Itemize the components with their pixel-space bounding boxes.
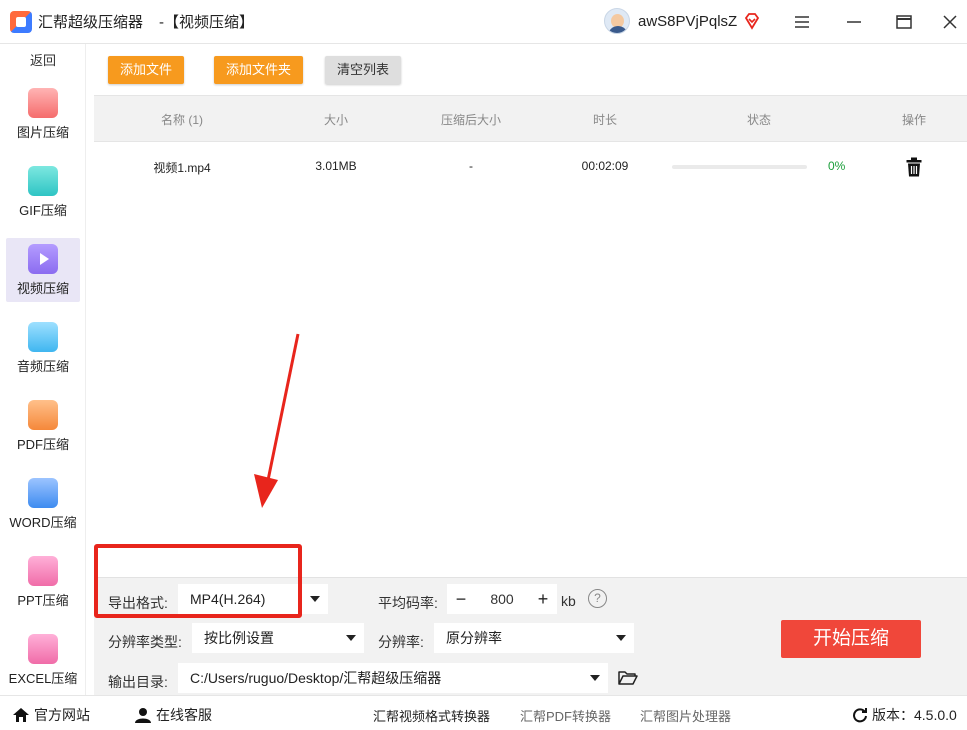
bitrate-value[interactable]: 800 [475, 591, 529, 607]
resolution-value: 原分辨率 [446, 630, 502, 646]
online-support-label: 在线客服 [156, 707, 212, 723]
folder-icon[interactable] [618, 670, 638, 686]
support-icon [135, 708, 151, 723]
sidebar-item-label: PPT压缩 [17, 593, 69, 608]
official-site-label: 官方网站 [34, 707, 90, 723]
bitrate-unit: kb [561, 593, 576, 609]
sidebar-item-image[interactable]: 图片压缩 [6, 82, 80, 146]
output-dir-value: C:/Users/ruguo/Desktop/汇帮超级压缩器 [190, 670, 442, 686]
sidebar-item-word[interactable]: WORD压缩 [6, 472, 80, 536]
maximize-icon[interactable] [892, 10, 916, 34]
resolution-type-select[interactable]: 按比例设置 [192, 623, 364, 653]
sidebar-item-video[interactable]: 视频压缩 [6, 238, 80, 302]
menu-icon[interactable] [790, 10, 814, 34]
add-file-button[interactable]: 添加文件 [108, 56, 185, 84]
official-site-link[interactable]: 官方网站 [12, 705, 90, 725]
footer-link-video-converter[interactable]: 汇帮视频格式转换器 [373, 706, 490, 725]
sidebar-item-ppt[interactable]: PPT压缩 [6, 550, 80, 614]
refresh-icon [853, 708, 867, 723]
audio-icon [28, 322, 58, 352]
resolution-label: 分辨率: [378, 634, 424, 650]
minimize-icon[interactable] [842, 10, 866, 34]
chevron-down-icon [590, 675, 600, 681]
sidebar-item-label: 视频压缩 [16, 281, 69, 296]
highlight-box [94, 544, 302, 618]
excel-icon [28, 634, 58, 664]
home-icon [13, 708, 29, 722]
footer: 官方网站 在线客服 汇帮视频格式转换器 汇帮PDF转换器 汇帮图片处理器 版本：… [0, 695, 967, 730]
output-dir-label: 输出目录: [108, 674, 168, 690]
sidebar-item-label: GIF压缩 [19, 203, 67, 218]
pdf-icon [28, 400, 58, 430]
increase-button[interactable]: + [529, 589, 557, 610]
help-icon[interactable]: ? [588, 589, 607, 608]
table-row[interactable]: 视频1.mp4 3.01MB - 00:02:09 0% [94, 142, 967, 192]
sidebar-item-gif[interactable]: GIF压缩 [6, 160, 80, 224]
table-header: 名称 (1) 大小 压缩后大小 时长 状态 操作 [94, 96, 967, 142]
compressed-size: - [469, 159, 473, 173]
ppt-icon [28, 556, 58, 586]
video-icon [28, 244, 58, 274]
progress-percent: 0% [828, 159, 846, 173]
back-button[interactable]: 返回 [0, 50, 86, 69]
vip-diamond-icon[interactable] [743, 12, 761, 30]
delete-icon[interactable] [906, 157, 922, 177]
word-icon [28, 478, 58, 508]
sidebar-item-excel[interactable]: EXCEL压缩 [6, 628, 80, 692]
app-name: 汇帮超级压缩器 [38, 14, 144, 31]
version-info[interactable]: 版本：4.5.0.0 [852, 705, 957, 725]
gif-icon [28, 166, 58, 196]
avatar[interactable] [604, 8, 630, 34]
footer-link-image-processor[interactable]: 汇帮图片处理器 [640, 706, 731, 725]
col-compressed-header: 压缩后大小 [440, 113, 501, 127]
online-support-link[interactable]: 在线客服 [134, 705, 212, 725]
bitrate-stepper[interactable]: − 800 + [447, 584, 557, 614]
resolution-type-value: 按比例设置 [204, 630, 274, 646]
toolbar: 添加文件 添加文件夹 清空列表 [94, 44, 967, 96]
col-duration-header: 时长 [592, 113, 617, 127]
user-area[interactable]: awS8PVjPqlsZ [604, 8, 761, 34]
footer-link-pdf-converter[interactable]: 汇帮PDF转换器 [520, 706, 611, 725]
sidebar-item-label: EXCEL压缩 [8, 671, 78, 686]
progress-bar [672, 165, 807, 169]
annotation-arrow [254, 333, 300, 508]
chevron-down-icon [616, 635, 626, 641]
close-icon[interactable] [938, 10, 962, 34]
output-dir-select[interactable]: C:/Users/ruguo/Desktop/汇帮超级压缩器 [178, 663, 608, 693]
sidebar-item-pdf[interactable]: PDF压缩 [6, 394, 80, 458]
file-duration: 00:02:09 [581, 159, 629, 173]
sidebar-item-label: WORD压缩 [9, 515, 77, 530]
version-label: 版本：4.5.0.0 [872, 707, 957, 723]
col-status-header: 状态 [746, 113, 771, 127]
sidebar-item-label: 音频压缩 [16, 359, 69, 374]
file-size: 3.01MB [315, 159, 357, 173]
resolution-type-label: 分辨率类型: [108, 634, 182, 650]
add-folder-button[interactable]: 添加文件夹 [214, 56, 304, 84]
sidebar: 返回 图片压缩 GIF压缩 视频压缩 音频压缩 PDF压缩 WORD压缩 PPT… [0, 44, 86, 700]
file-name: 视频1.mp4 [153, 161, 211, 175]
sidebar-item-audio[interactable]: 音频压缩 [6, 316, 80, 380]
username[interactable]: awS8PVjPqlsZ [638, 13, 737, 30]
file-list-area [94, 192, 967, 577]
app-logo-icon [10, 10, 32, 33]
chevron-down-icon [346, 635, 356, 641]
sidebar-item-label: PDF压缩 [16, 437, 69, 452]
sidebar-item-label: 图片压缩 [16, 125, 69, 140]
page-title: -【视频压缩】 [159, 14, 255, 31]
col-size-header: 大小 [323, 113, 348, 127]
image-icon [28, 88, 58, 118]
clear-list-button[interactable]: 清空列表 [325, 56, 402, 84]
chevron-down-icon [310, 596, 320, 602]
col-action-header: 操作 [901, 113, 926, 127]
col-name-header: 名称 (1) [160, 113, 203, 127]
bitrate-label: 平均码率: [378, 595, 438, 611]
decrease-button[interactable]: − [447, 589, 475, 610]
resolution-select[interactable]: 原分辨率 [434, 623, 634, 653]
start-compress-button[interactable]: 开始压缩 [781, 620, 921, 658]
title-bar: 汇帮超级压缩器 -【视频压缩】 awS8PVjPqlsZ [0, 0, 967, 44]
